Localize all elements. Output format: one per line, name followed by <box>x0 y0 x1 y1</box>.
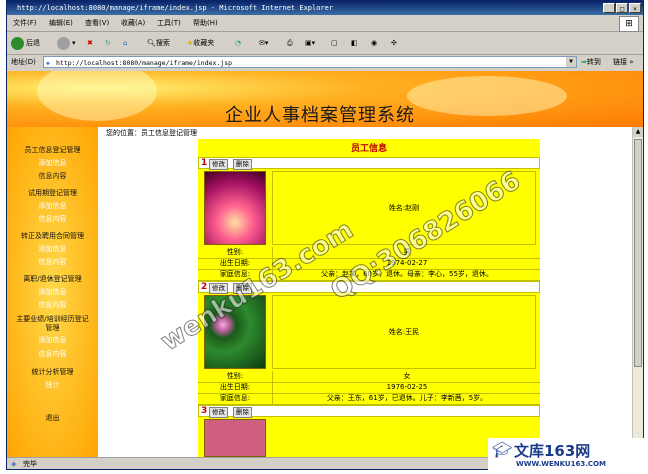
record-number: 2 <box>201 282 208 292</box>
page-icon: ◈ <box>46 59 50 67</box>
record-action-row: 1 修改 删除 <box>198 157 540 170</box>
edit-button[interactable]: 修改 <box>209 159 228 170</box>
nav-item-content[interactable]: 信息内容 <box>7 171 98 181</box>
panel-title: 员工信息 <box>350 144 387 154</box>
gender-value: 女 <box>272 371 541 382</box>
logo-url: WWW.WENKU163.COM <box>516 460 606 468</box>
family-label: 家庭信息: <box>219 394 251 402</box>
nav-group-probation[interactable]: 试用期登记管理 <box>7 188 98 198</box>
menu-file[interactable]: 文件(F) <box>13 18 37 28</box>
favorites-button[interactable]: ★收藏夹 <box>187 35 214 51</box>
menu-favorites[interactable]: 收藏(A) <box>121 18 145 28</box>
nav-item-add[interactable]: 添加信息 <box>7 158 98 168</box>
refresh-button[interactable]: ↻ <box>105 35 111 51</box>
search-icon: 🔍︎ <box>147 39 156 47</box>
home-button[interactable]: ⌂ <box>123 35 127 51</box>
title-bar[interactable]: http://localhost:8080/manage/iframe/inde… <box>7 1 643 15</box>
search-button[interactable]: 🔍︎搜索 <box>147 35 170 51</box>
banner-glow <box>407 76 567 116</box>
nav-group-employee-registration[interactable]: 员工信息登记管理 <box>7 145 98 155</box>
delete-button[interactable]: 删除 <box>233 159 252 170</box>
go-button[interactable]: ➡转到 <box>581 57 601 67</box>
nav-group-statistics[interactable]: 统计分析管理 <box>7 367 98 377</box>
cap-icon: 🎓︎ <box>492 440 513 459</box>
site-logo: 🎓︎ 文库163网 WWW.WENKU163.COM <box>488 438 644 472</box>
record-action-row: 3 修改 删除 <box>198 405 540 418</box>
scroll-thumb[interactable] <box>634 139 642 367</box>
site-title: 企业人事档案管理系统 <box>225 105 415 126</box>
menu-view[interactable]: 查看(V) <box>85 18 109 28</box>
stop-button[interactable]: ✖ <box>87 35 93 51</box>
birth-label: 出生日期: <box>219 383 251 391</box>
nav-item-add[interactable]: 添加信息 <box>7 287 98 297</box>
banner-glow <box>37 71 157 121</box>
close-button[interactable]: × <box>629 3 641 13</box>
mail-button[interactable]: ✉▾ <box>259 35 268 51</box>
gender-label: 性别: <box>226 248 244 256</box>
family-value: 父亲：赵某，60岁，退休。母亲：李心，55岁，退休。 <box>272 269 541 280</box>
menu-bar: 文件(F) 编辑(E) 查看(V) 收藏(A) 工具(T) 帮助(H) ⊞ <box>7 15 643 32</box>
family-row: 家庭信息: 父亲：王东，61岁，已退休。儿子：李新茜，5岁。 <box>198 393 540 405</box>
nav-item-add[interactable]: 添加信息 <box>7 335 98 345</box>
logout-link[interactable]: 退出 <box>7 413 98 423</box>
nav-item-add[interactable]: 添加信息 <box>7 201 98 211</box>
browser-window: http://localhost:8080/manage/iframe/inde… <box>6 0 644 470</box>
nav-item-content[interactable]: 信息内容 <box>7 300 98 310</box>
gender-label: 性别: <box>226 372 244 380</box>
delete-button[interactable]: 删除 <box>233 407 252 418</box>
print-button[interactable]: ⎙ <box>287 35 293 51</box>
nav-group-resignation[interactable]: 离职/退休登记管理 <box>7 274 98 284</box>
sidebar: 员工信息登记管理 添加信息 信息内容 试用期登记管理 添加信息 信息内容 转正及… <box>7 127 98 457</box>
minimize-button[interactable]: _ <box>603 3 615 13</box>
research-button[interactable]: ✣ <box>391 35 397 51</box>
nav-item-content[interactable]: 信息内容 <box>7 214 98 224</box>
maximize-button[interactable]: □ <box>616 3 628 13</box>
record-number: 1 <box>201 158 208 168</box>
discuss-button[interactable]: ▢ <box>331 35 338 51</box>
nav-item-statistics[interactable]: 统计 <box>7 380 98 390</box>
scroll-up-icon[interactable]: ▲ <box>633 127 643 137</box>
logo-brand: 文库163网 <box>514 442 591 460</box>
breadcrumb: 您的位置：员工信息登记管理 <box>106 129 197 137</box>
nav-group-performance[interactable]: 主要业绩/培训经历登记管理 <box>7 315 98 333</box>
address-label: 地址(D) <box>11 58 36 66</box>
address-input[interactable]: ◈ http://localhost:8080/manage/iframe/in… <box>43 56 577 68</box>
links-button[interactable]: 链接 » <box>613 57 634 67</box>
nav-item-content[interactable]: 信息内容 <box>7 349 98 359</box>
window-title: http://localhost:8080/manage/iframe/inde… <box>17 4 334 12</box>
menu-help[interactable]: 帮助(H) <box>193 18 218 28</box>
address-dropdown-icon[interactable]: ▼ <box>566 57 576 67</box>
nav-item-content[interactable]: 信息内容 <box>7 257 98 267</box>
back-arrow-icon <box>11 36 24 50</box>
employee-name: 姓名:王民 <box>272 295 536 369</box>
employee-photo <box>204 171 266 245</box>
record-number: 3 <box>201 406 208 416</box>
forward-arrow-icon <box>57 36 70 50</box>
history-button[interactable]: ◔ <box>235 35 241 51</box>
edit-button[interactable]: 修改 <box>209 407 228 418</box>
windows-logo-icon: ⊞ <box>619 16 639 32</box>
menu-tools[interactable]: 工具(T) <box>157 18 181 28</box>
toolbar: 后退 ▾ ✖ ↻ ⌂ 🔍︎搜索 ★收藏夹 ◔ ✉▾ ⎙ ▣▾ ▢ ◧ ◉ ✣ <box>7 32 643 55</box>
back-button[interactable]: 后退 <box>11 35 40 51</box>
banner: 企业人事档案管理系统 <box>7 71 643 127</box>
edit-page-button[interactable]: ▣▾ <box>305 35 315 51</box>
vertical-scrollbar[interactable]: ▲ ▼ <box>632 127 643 457</box>
nav-group-contract[interactable]: 转正及聘用合同管理 <box>7 231 98 241</box>
page-content: 企业人事档案管理系统 员工信息登记管理 添加信息 信息内容 试用期登记管理 添加… <box>7 71 643 457</box>
address-bar: 地址(D) ◈ http://localhost:8080/manage/ifr… <box>7 55 643 70</box>
family-value: 父亲：王东，61岁，已退休。儿子：李新茜，5岁。 <box>272 393 541 404</box>
qq-icon[interactable]: ◉ <box>371 35 377 51</box>
messenger-button[interactable]: ◧ <box>351 35 358 51</box>
forward-button[interactable]: ▾ <box>57 35 76 51</box>
menu-edit[interactable]: 编辑(E) <box>49 18 73 28</box>
nav-item-add[interactable]: 添加信息 <box>7 244 98 254</box>
status-text: 完毕 <box>23 460 37 468</box>
birth-value: 1976-02-25 <box>272 382 541 393</box>
main-frame: 您的位置：员工信息登记管理 员工信息 1 修改 删除 姓名:赵刚 性别: 男 出生… <box>98 127 632 457</box>
done-icon: ◈ <box>11 460 17 468</box>
employee-photo <box>204 419 266 457</box>
